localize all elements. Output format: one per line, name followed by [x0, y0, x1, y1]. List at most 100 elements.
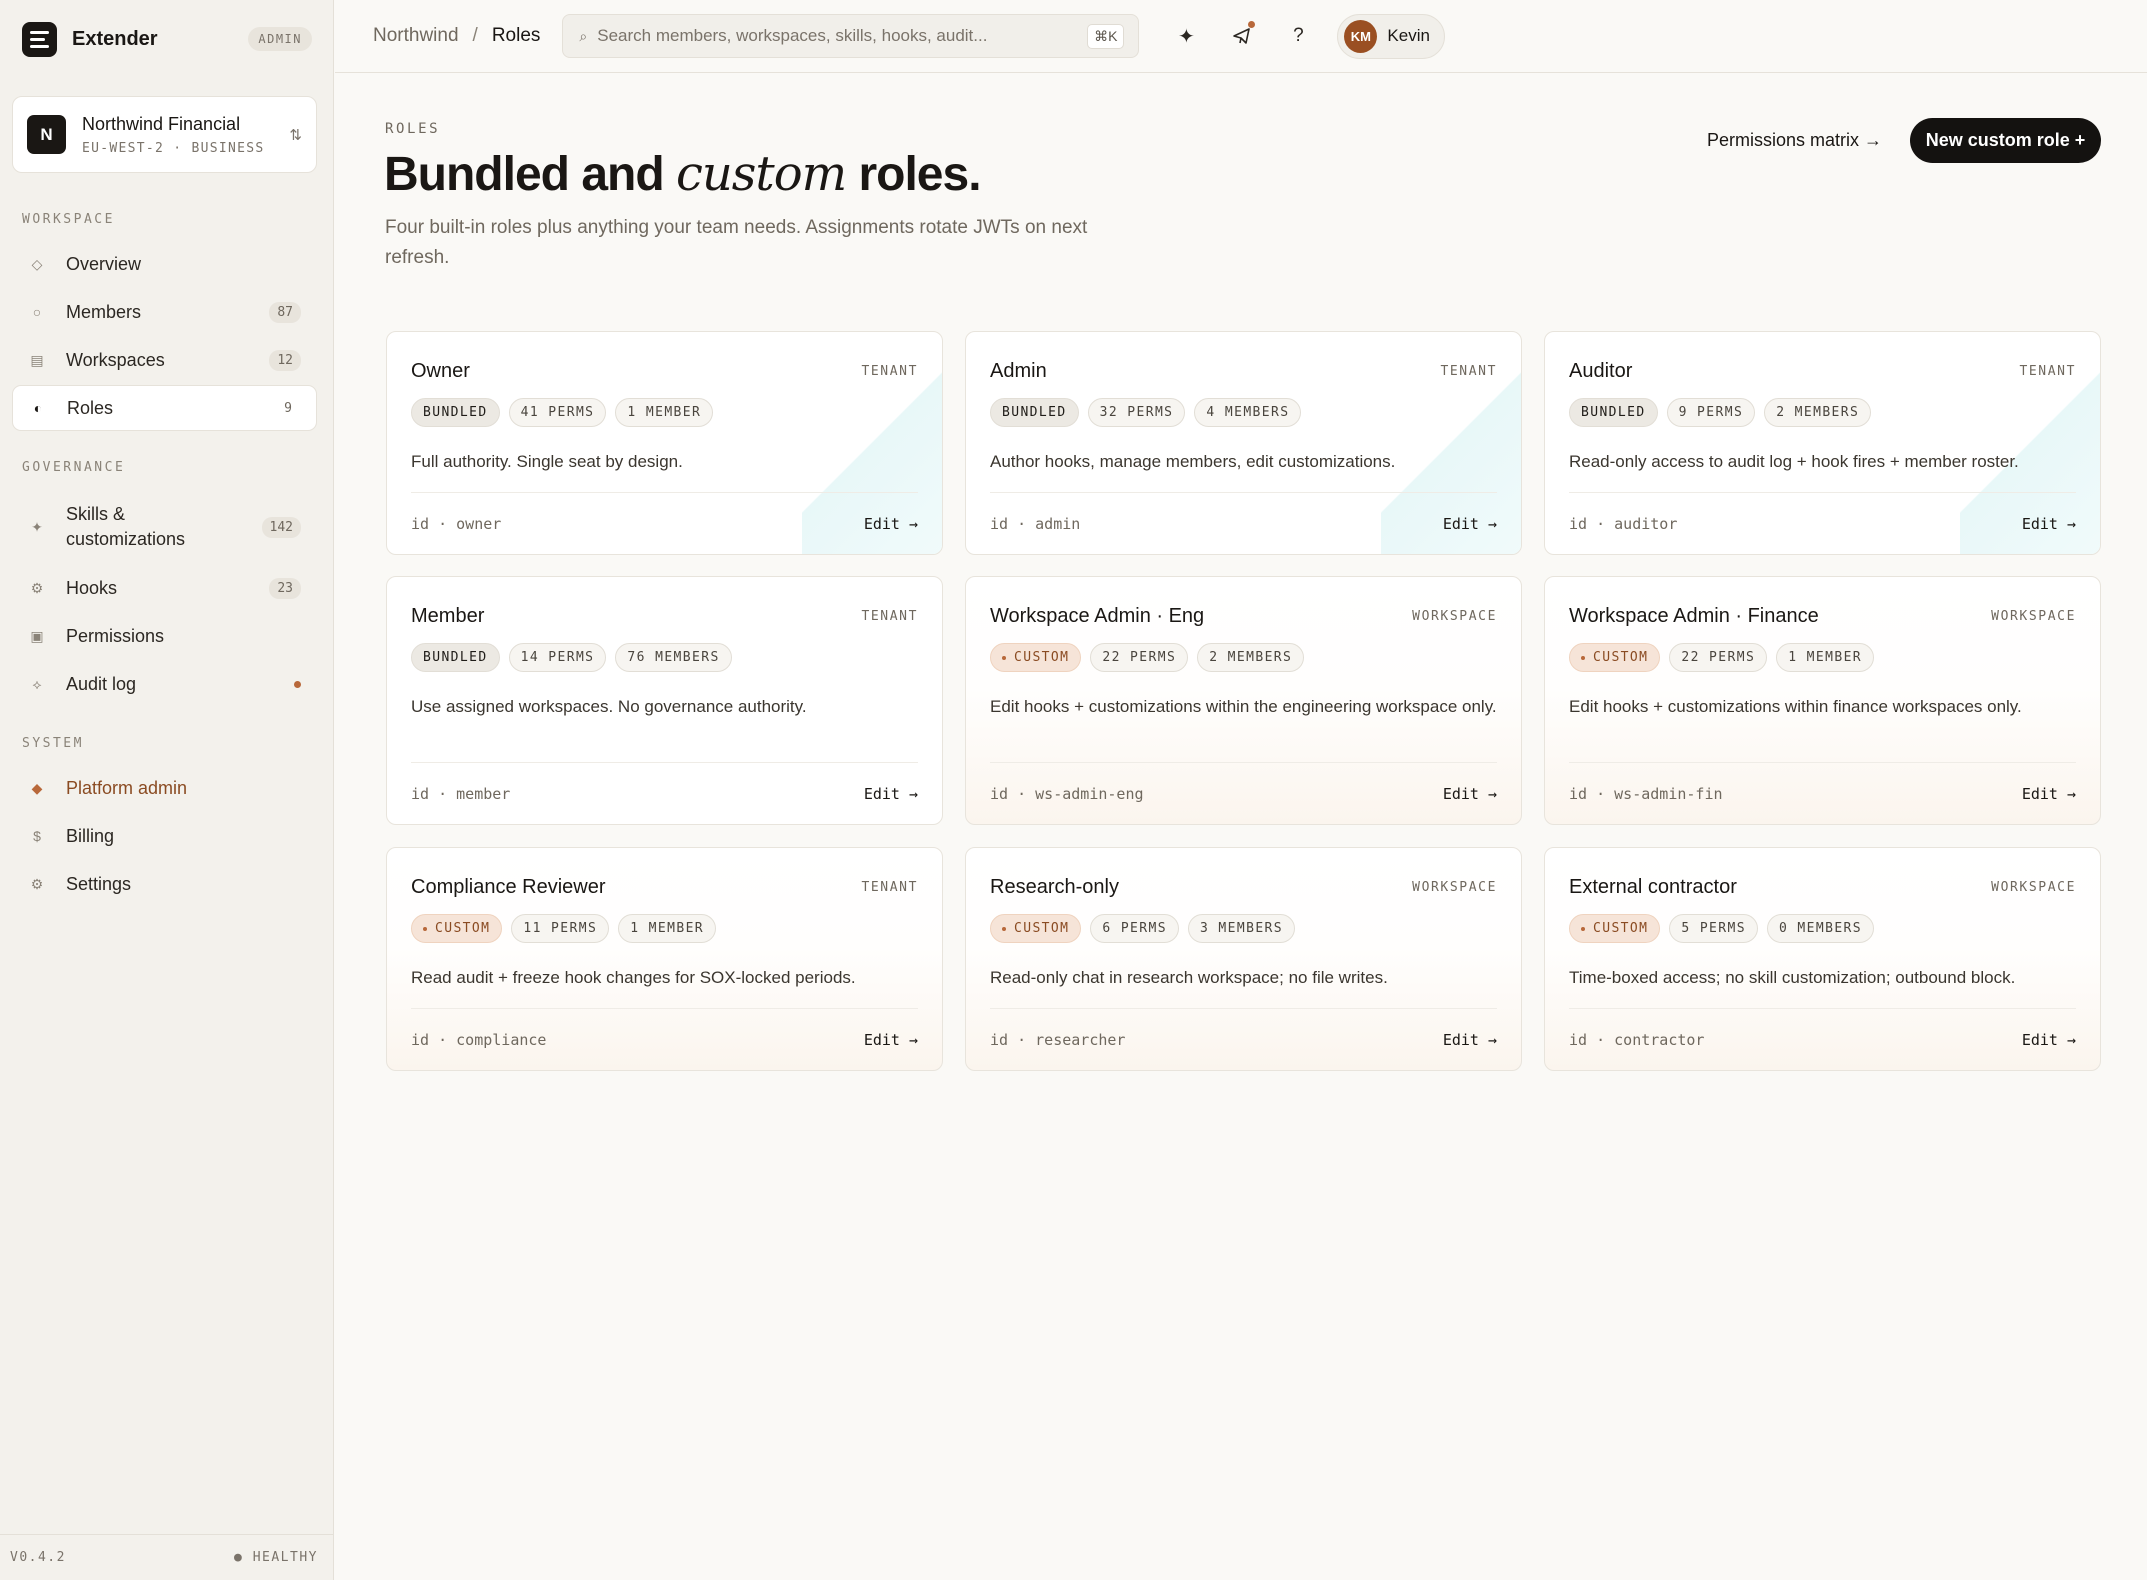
- role-card[interactable]: Workspace Admin · Eng WORKSPACE CUSTOM 22 P…: [965, 576, 1522, 825]
- role-kind-badge: BUNDLED: [1569, 398, 1658, 427]
- sidebar-item-label: Roles: [67, 397, 114, 418]
- circle-icon: ○: [32, 304, 42, 320]
- search-icon: ⌕: [579, 27, 588, 44]
- sidebar-item-audit-log[interactable]: ⟡ Audit log: [12, 661, 317, 707]
- role-id: id · admin: [990, 514, 1081, 533]
- role-card[interactable]: Auditor TENANT BUNDLED 9 PERMS 2 MEMBERS Read…: [1544, 331, 2101, 555]
- role-kind-label: CUSTOM: [1014, 921, 1070, 936]
- role-description: Use assigned workspaces. No governance a…: [411, 697, 807, 716]
- perms-badge: 14 PERMS: [508, 643, 607, 672]
- notification-dot: [1248, 21, 1256, 28]
- help-icon[interactable]: ?: [1283, 21, 1313, 51]
- card-footer: id · admin Edit →: [990, 492, 1497, 554]
- sidebar-item-label: Skills & customizations: [66, 504, 186, 549]
- role-scope: TENANT: [2019, 364, 2076, 379]
- custom-dot-icon: [1002, 926, 1006, 931]
- role-name: Compliance Reviewer: [411, 876, 606, 898]
- search-bar[interactable]: ⌕ ⌘K: [562, 14, 1140, 58]
- app-logo-icon[interactable]: [22, 21, 57, 57]
- perms-badge: 32 PERMS: [1087, 398, 1186, 427]
- edit-role-button[interactable]: Edit →: [2022, 785, 2076, 803]
- card-footer: id · auditor Edit →: [1569, 492, 2076, 554]
- role-card[interactable]: Research-only WORKSPACE CUSTOM 6 PERMS 3 MEM…: [965, 847, 1522, 1071]
- custom-dot-icon: [1581, 926, 1585, 931]
- sidebar-item-skills[interactable]: ✦ Skills & customizations 142: [12, 494, 317, 560]
- permissions-matrix-link[interactable]: Permissions matrix →: [1707, 128, 1882, 152]
- perms-badge: 11 PERMS: [511, 914, 610, 943]
- title-part: Bundled and: [384, 148, 676, 201]
- sidebar-item-hooks[interactable]: ⚙ Hooks 23: [12, 565, 317, 611]
- card-footer: id · owner Edit →: [411, 492, 918, 554]
- sidebar-item-settings[interactable]: ⚙ Settings: [12, 861, 317, 907]
- role-description: Read-only chat in research workspace; no…: [990, 968, 1388, 987]
- user-menu[interactable]: KM Kevin: [1337, 13, 1445, 59]
- edit-role-button[interactable]: Edit →: [1443, 515, 1497, 533]
- role-id: id · compliance: [411, 1030, 547, 1049]
- sidebar-item-label: Platform admin: [66, 777, 188, 798]
- count-badge: 12: [269, 349, 301, 371]
- members-badge: 2 MEMBERS: [1197, 643, 1305, 672]
- org-name: Northwind Financial: [82, 113, 241, 134]
- sidebar-item-label: Billing: [66, 825, 115, 846]
- role-card[interactable]: Compliance Reviewer TENANT CUSTOM 11 PERMS 1…: [386, 847, 943, 1071]
- card-footer: id · ws-admin-eng Edit →: [990, 762, 1497, 824]
- avatar: KM: [1344, 19, 1378, 53]
- role-kind-label: BUNDLED: [423, 650, 488, 665]
- edit-role-button[interactable]: Edit →: [1443, 785, 1497, 803]
- role-kind-badge: BUNDLED: [411, 643, 500, 672]
- sidebar-item-platform-admin[interactable]: ◆ Platform admin: [12, 765, 317, 811]
- org-meta: EU-WEST-2 · BUSINESS: [82, 140, 265, 156]
- sidebar-item-billing[interactable]: $ Billing: [12, 813, 317, 859]
- edit-role-button[interactable]: Edit →: [864, 515, 918, 533]
- sparkle-icon: ✦: [31, 518, 43, 535]
- role-kind-badge: BUNDLED: [990, 398, 1079, 427]
- title-emphasis: custom: [675, 146, 847, 202]
- role-name: External contractor: [1569, 876, 1737, 898]
- role-name: Research-only: [990, 876, 1119, 898]
- app-name: Extender: [72, 27, 158, 50]
- members-badge: 4 MEMBERS: [1194, 398, 1302, 427]
- breadcrumb-root[interactable]: Northwind: [373, 25, 459, 47]
- edit-role-button[interactable]: Edit →: [864, 785, 918, 803]
- sidebar-item-roles[interactable]: ◐ Roles 9: [12, 385, 317, 431]
- role-card[interactable]: Owner TENANT BUNDLED 41 PERMS 1 MEMBER Full a…: [386, 331, 943, 555]
- role-card[interactable]: External contractor WORKSPACE CUSTOM 5 PERM…: [1544, 847, 2101, 1071]
- sidebar-item-overview[interactable]: ◇ Overview: [12, 241, 317, 287]
- switch-org-icon[interactable]: ⇅: [289, 126, 302, 144]
- role-kind-label: BUNDLED: [1581, 405, 1646, 420]
- sidebar-item-label: Permissions: [66, 625, 165, 646]
- edit-role-button[interactable]: Edit →: [2022, 1031, 2076, 1049]
- stack-icon: ▤: [30, 351, 44, 368]
- role-card[interactable]: Member TENANT BUNDLED 14 PERMS 76 MEMBERS Use…: [386, 576, 943, 825]
- diamond-filled-icon: ◆: [31, 779, 43, 796]
- section-label-workspace: WORKSPACE: [22, 212, 115, 227]
- card-footer: id · compliance Edit →: [411, 1008, 918, 1070]
- edit-role-button[interactable]: Edit →: [864, 1031, 918, 1049]
- settings-icon: ⚙: [30, 875, 44, 892]
- role-card[interactable]: Admin TENANT BUNDLED 32 PERMS 4 MEMBERS Autho…: [965, 331, 1522, 555]
- section-label-governance: GOVERNANCE: [22, 460, 126, 475]
- sidebar-item-permissions[interactable]: ▣ Permissions: [12, 613, 317, 659]
- count-badge: 9: [284, 400, 292, 416]
- members-badge: 1 MEMBER: [618, 914, 717, 943]
- new-custom-role-button[interactable]: New custom role +: [1910, 118, 2101, 163]
- perms-badge: 5 PERMS: [1669, 914, 1758, 943]
- page-subtitle: Four built-in roles plus anything your t…: [385, 217, 1088, 268]
- sidebar-item-workspaces[interactable]: ▤ Workspaces 12: [12, 337, 317, 383]
- edit-role-button[interactable]: Edit →: [2022, 515, 2076, 533]
- role-kind-label: CUSTOM: [1014, 650, 1070, 665]
- role-card[interactable]: Workspace Admin · Finance WORKSPACE CUSTOM…: [1544, 576, 2101, 825]
- edit-role-button[interactable]: Edit →: [1443, 1031, 1497, 1049]
- role-kind-label: BUNDLED: [423, 405, 488, 420]
- announcement-icon[interactable]: [1227, 21, 1257, 51]
- members-badge: 1 MEMBER: [615, 398, 714, 427]
- role-scope: TENANT: [861, 364, 918, 379]
- search-input[interactable]: [597, 26, 1088, 46]
- org-switcher[interactable]: N Northwind Financial EU-WEST-2 · BUSINE…: [12, 96, 317, 173]
- role-id: id · ws-admin-eng: [990, 784, 1144, 803]
- role-kind-badge: CUSTOM: [411, 914, 503, 943]
- sparkle-icon[interactable]: ✦: [1171, 21, 1201, 51]
- role-name: Owner: [411, 360, 470, 382]
- page-eyebrow: ROLES: [385, 121, 441, 137]
- sidebar-item-members[interactable]: ○ Members 87: [12, 289, 317, 335]
